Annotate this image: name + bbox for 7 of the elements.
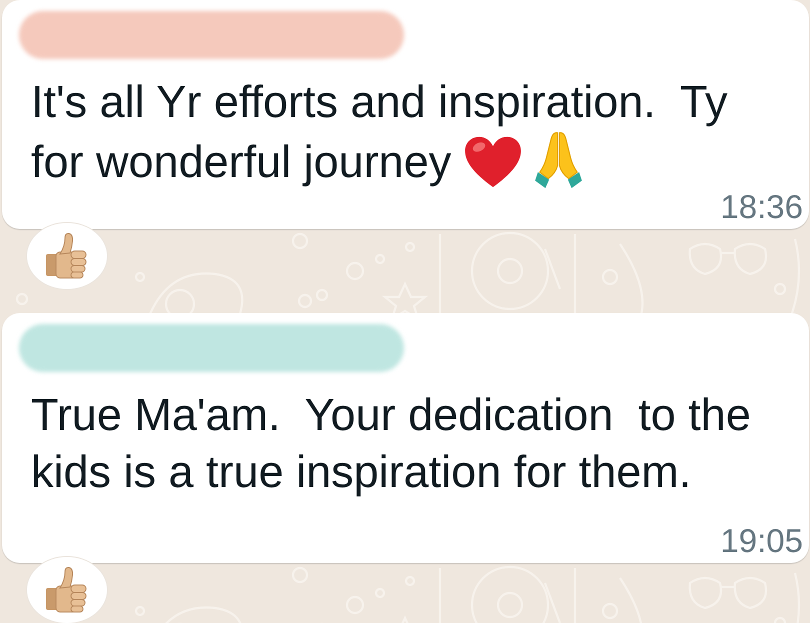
folded-hands-icon xyxy=(535,130,582,189)
message-time: 19:05 xyxy=(720,524,803,557)
message-text: True Ma'am. Your dedication to the kids is a true inspiration for them. xyxy=(31,389,752,497)
message-time: 18:36 xyxy=(720,190,803,223)
thumbs-up-icon xyxy=(45,232,89,280)
heart-icon xyxy=(463,135,524,189)
thumbs-up-icon xyxy=(45,566,89,614)
